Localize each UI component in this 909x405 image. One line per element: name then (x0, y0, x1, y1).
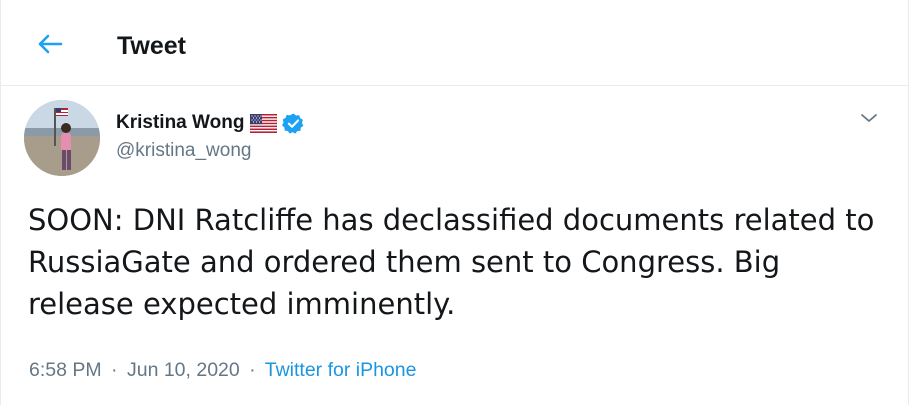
tweet-meta: 6:58 PM · Jun 10, 2020 · Twitter for iPh… (29, 357, 416, 383)
back-button[interactable] (35, 30, 65, 58)
meta-separator: · (249, 359, 256, 381)
author-name-row: Kristina Wong (116, 110, 305, 136)
tweet-time[interactable]: 6:58 PM (29, 359, 102, 381)
more-options-button[interactable] (853, 104, 885, 132)
us-flag-icon (250, 113, 278, 133)
avatar[interactable] (24, 100, 100, 176)
chevron-down-icon (861, 114, 877, 122)
author-handle[interactable]: @kristina_wong (116, 140, 251, 162)
author-name[interactable]: Kristina Wong (116, 112, 244, 134)
tweet-text: SOON: DNI Ratcliffe has declassified doc… (28, 203, 875, 321)
meta-separator: · (111, 359, 118, 381)
tweet-date[interactable]: Jun 10, 2020 (127, 359, 240, 381)
avatar-photo (24, 100, 100, 176)
page-header: Tweet (1, 0, 908, 86)
verified-badge-icon (282, 112, 304, 134)
tweet-source-link[interactable]: Twitter for iPhone (265, 359, 417, 381)
arrow-left-icon (38, 34, 63, 54)
tweet-detail-page: Tweet Kristina Wong @kristina_wong SOON:… (0, 0, 909, 405)
page-title: Tweet (117, 32, 186, 60)
